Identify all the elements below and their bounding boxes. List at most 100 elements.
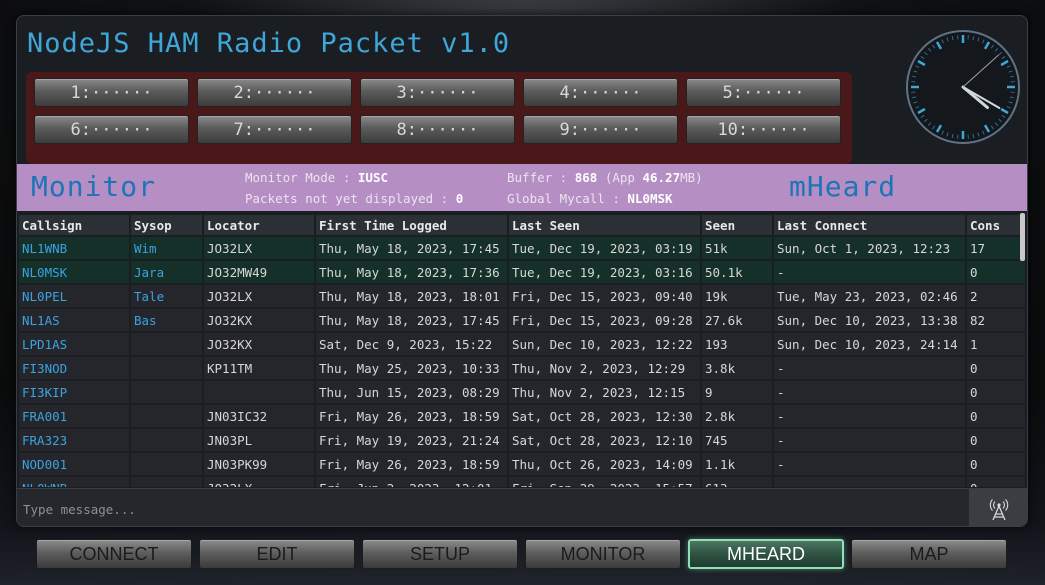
column-header[interactable]: Cons: [967, 215, 1025, 235]
table-row[interactable]: NL0WNB JO32LXFri, Jun 2, 2023, 12:01Fri, …: [19, 477, 1025, 487]
table-cell-cs[interactable]: FRA001: [19, 405, 129, 427]
table-scrollbar[interactable]: [1020, 213, 1025, 261]
table-cell-last: Thu, Nov 2, 2023, 12:29: [509, 357, 700, 379]
buffer-stat: Buffer : 868 (App 46.27MB): [507, 170, 703, 185]
slot-button-6[interactable]: 6:······: [34, 115, 189, 144]
table-row[interactable]: FRA001 JN03IC32 Fri, May 26, 2023, 18:59 Sa…: [19, 405, 1025, 427]
slot-button-8[interactable]: 8:······: [360, 115, 515, 144]
buffer-label: Buffer :: [507, 170, 575, 185]
table-cell-loc: JO32MW49: [204, 261, 314, 283]
table-cell-lastconn: Sun, Oct 1, 2023, 12:23: [774, 237, 965, 259]
table-cell-lastconn: -: [774, 261, 965, 283]
table-cell-cs[interactable]: NL1AS: [19, 309, 129, 331]
slot-button-3[interactable]: 3:······: [360, 78, 515, 107]
slot-button-5[interactable]: 5:······: [686, 78, 841, 107]
slot-button-1[interactable]: 1:······: [34, 78, 189, 107]
table-cell-lastconn: -: [774, 477, 965, 487]
table-cell-seen: 19k: [702, 285, 772, 307]
table-body: NL1WNB Wim JO32LX Thu, May 18, 2023, 17:45 T…: [19, 237, 1025, 487]
monitor-mode-value: IUSC: [357, 170, 388, 185]
table-cell-last: Fri, Dec 15, 2023, 09:40: [509, 285, 700, 307]
column-header[interactable]: Locator: [204, 215, 314, 235]
table-cell-last: Tue, Dec 19, 2023, 03:19: [509, 237, 700, 259]
table-cell-sysop: [131, 429, 202, 451]
buffer-app-suffix: MB): [680, 170, 703, 185]
table-cell-cs[interactable]: FI3KIP: [19, 381, 129, 403]
table-cell-first: Thu, May 25, 2023, 10:33: [316, 357, 507, 379]
mheard-table-container[interactable]: Callsign Sysop Locator First Time Logged Las…: [17, 213, 1027, 487]
table-cell-loc: JO32LX: [204, 237, 314, 259]
table-cell-cs[interactable]: FRA323: [19, 429, 129, 451]
table-cell-cons: 0: [967, 405, 1025, 427]
table-cell-last: Sun, Dec 10, 2023, 12:22: [509, 333, 700, 355]
mheard-label[interactable]: mHeard: [789, 170, 896, 203]
slot-button-10[interactable]: 10:······: [686, 115, 841, 144]
column-header[interactable]: Last Seen: [509, 215, 700, 235]
table-cell-cs[interactable]: LPD1AS: [19, 333, 129, 355]
table-row[interactable]: LPD1AS JO32KX Sat, Dec 9, 2023, 15:22 Sun, …: [19, 333, 1025, 355]
column-header[interactable]: Seen: [702, 215, 772, 235]
mheard-table: Callsign Sysop Locator First Time Logged Las…: [17, 213, 1027, 487]
table-header-row: Callsign Sysop Locator First Time Logged Las…: [19, 215, 1025, 235]
table-cell-cons: 0: [967, 429, 1025, 451]
monitor-label[interactable]: Monitor: [31, 170, 156, 203]
nav-edit-button[interactable]: EDIT: [199, 539, 355, 569]
table-cell-seen: 51k: [702, 237, 772, 259]
message-bar: [17, 488, 1027, 526]
table-cell-cons: 1: [967, 333, 1025, 355]
table-cell-last: Tue, Dec 19, 2023, 03:16: [509, 261, 700, 283]
main-panel: NodeJS HAM Radio Packet v1.0 1:······ 2:…: [16, 15, 1028, 527]
column-header[interactable]: First Time Logged: [316, 215, 507, 235]
table-cell-loc: KP11TM: [204, 357, 314, 379]
message-input[interactable]: [23, 497, 953, 521]
packets-stat: Packets not yet displayed : 0: [245, 191, 463, 206]
table-cell-loc: JN03PL: [204, 429, 314, 451]
table-cell-seen: 2.8k: [702, 405, 772, 427]
table-cell-cs[interactable]: NL1WNB: [19, 237, 129, 259]
table-cell-cs[interactable]: NOD001: [19, 453, 129, 475]
nav-mheard-button[interactable]: MHEARD: [688, 539, 844, 569]
table-cell-cons: 0: [967, 477, 1025, 487]
table-row[interactable]: NOD001 JN03PK99 Fri, May 26, 2023, 18:59 Th…: [19, 453, 1025, 475]
table-cell-first: Thu, May 18, 2023, 17:36: [316, 261, 507, 283]
table-cell-loc: [204, 381, 314, 403]
slot-button-4[interactable]: 4:······: [523, 78, 678, 107]
table-cell-cs[interactable]: NL0PEL: [19, 285, 129, 307]
table-cell-sysop: [131, 357, 202, 379]
nav-monitor-button[interactable]: MONITOR: [525, 539, 681, 569]
nav-setup-button[interactable]: SETUP: [362, 539, 518, 569]
table-row[interactable]: NL0PEL Tale JO32LX Thu, May 18, 2023, 18:01…: [19, 285, 1025, 307]
send-button[interactable]: [969, 489, 1027, 526]
table-cell-loc: JN03IC32: [204, 405, 314, 427]
table-cell-last: Fri, Sep 29, 2023, 15:57: [509, 477, 700, 487]
table-cell-sysop: Wim: [131, 237, 202, 259]
slot-button-7[interactable]: 7:······: [197, 115, 352, 144]
column-header[interactable]: Callsign: [19, 215, 129, 235]
connection-slots: 1:······ 2:······ 3:······ 4:······ 5:··…: [26, 72, 852, 164]
nav-connect-button[interactable]: CONNECT: [36, 539, 192, 569]
table-cell-cs[interactable]: FI3NOD: [19, 357, 129, 379]
table-row[interactable]: NL1WNB Wim JO32LX Thu, May 18, 2023, 17:45 T…: [19, 237, 1025, 259]
table-cell-loc: JO32LX: [204, 285, 314, 307]
table-row[interactable]: NL1AS Bas JO32KX Thu, May 18, 2023, 17:45 Fr…: [19, 309, 1025, 331]
table-row[interactable]: NL0MSK Jara JO32MW49 Thu, May 18, 2023, 17:…: [19, 261, 1025, 283]
table-cell-sysop: [131, 453, 202, 475]
table-cell-cs[interactable]: NL0MSK: [19, 261, 129, 283]
mycall-stat: Global Mycall : NL0MSK: [507, 191, 673, 206]
table-row[interactable]: FI3KIP Thu, Jun 15, 2023, 08:29 Thu, Nov 2…: [19, 381, 1025, 403]
table-cell-seen: 1.1k: [702, 453, 772, 475]
column-header[interactable]: Sysop: [131, 215, 202, 235]
nav-map-button[interactable]: MAP: [851, 539, 1007, 569]
slot-button-2[interactable]: 2:······: [197, 78, 352, 107]
table-row[interactable]: FI3NOD KP11TM Thu, May 25, 2023, 10:33 Thu,…: [19, 357, 1025, 379]
table-cell-lastconn: -: [774, 429, 965, 451]
column-header[interactable]: Last Connect: [774, 215, 965, 235]
table-row[interactable]: FRA323 JN03PL Fri, May 19, 2023, 21:24 Sat,…: [19, 429, 1025, 451]
table-cell-cons: 2: [967, 285, 1025, 307]
analog-clock: [906, 30, 1020, 144]
table-cell-cs[interactable]: NL0WNB: [19, 477, 129, 487]
table-cell-cons: 0: [967, 357, 1025, 379]
slot-button-9[interactable]: 9:······: [523, 115, 678, 144]
table-cell-last: Fri, Dec 15, 2023, 09:28: [509, 309, 700, 331]
table-cell-first: Sat, Dec 9, 2023, 15:22: [316, 333, 507, 355]
